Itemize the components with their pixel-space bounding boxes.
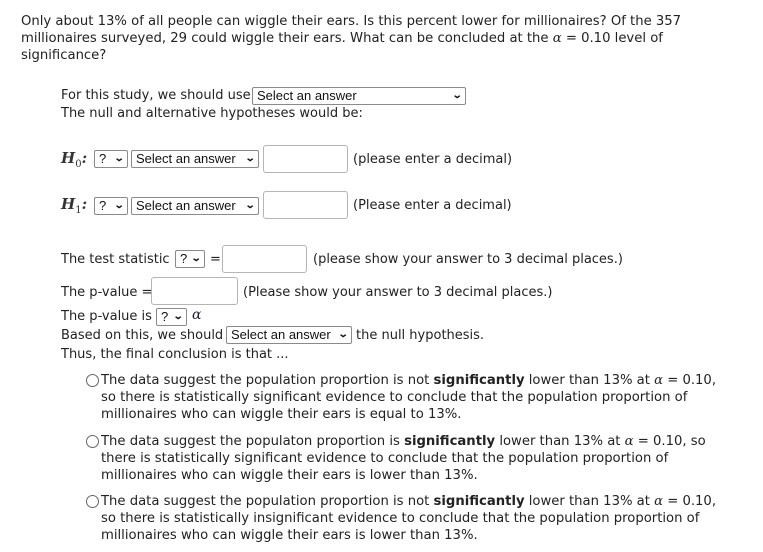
h1-colon: :	[81, 195, 88, 213]
conclusion-label: Thus, the final conclusion is that ...	[61, 347, 289, 362]
conclusion-option-2-radio[interactable]	[86, 435, 99, 448]
h1-operator-value: ?	[99, 198, 107, 213]
conclusion-option-3[interactable]: The data suggest the population proporti…	[101, 493, 731, 544]
option-text: lower than 13% at	[524, 494, 655, 509]
option-text: The data suggest the population proporti…	[101, 373, 434, 388]
question-text: Only about 13% of all people can wiggle …	[21, 13, 721, 64]
option-bold-text: significantly	[404, 434, 496, 449]
h1-symbol: H	[61, 195, 76, 213]
option-bold-text: significantly	[433, 373, 525, 388]
h0-operator-select[interactable]: ? ⌄	[94, 150, 128, 168]
decision-label: Based on this, we should	[61, 328, 224, 343]
conclusion-option-3-radio[interactable]	[86, 495, 99, 508]
option-bold-text: significantly	[433, 494, 525, 509]
alpha-symbol: α	[654, 494, 664, 509]
p-value-compare-select[interactable]: ? ⌄	[156, 308, 187, 326]
chevron-down-icon: ⌄	[113, 153, 125, 164]
h0-value-input[interactable]	[263, 145, 348, 173]
study-type-select-value: Select an answer	[257, 88, 357, 103]
h0-symbol: H	[61, 149, 76, 167]
chevron-down-icon: ⌄	[190, 253, 202, 264]
h1-value-input[interactable]	[263, 191, 348, 219]
h1-parameter-select[interactable]: Select an answer ⌄	[131, 197, 259, 215]
test-statistic-hint: (please show your answer to 3 decimal pl…	[313, 252, 623, 267]
h1-label: H1:	[61, 195, 87, 216]
chevron-down-icon: ⌄	[337, 329, 349, 340]
question-line-2b: = 0.10 level of	[565, 31, 663, 46]
study-label: For this study, we should use	[61, 88, 251, 103]
option-text: lower than 13% at	[495, 434, 625, 449]
chevron-down-icon: ⌄	[244, 200, 256, 211]
conclusion-option-1[interactable]: The data suggest the population proporti…	[101, 372, 731, 423]
h0-colon: :	[81, 149, 88, 167]
conclusion-option-1-radio[interactable]	[86, 374, 99, 387]
h1-parameter-value: Select an answer	[136, 198, 236, 213]
h1-hint: (Please enter a decimal)	[353, 198, 512, 213]
question-line-3: significance?	[21, 48, 107, 63]
equals-sign: =	[210, 252, 221, 267]
alpha-symbol: α	[624, 434, 634, 449]
decision-select-value: Select an answer	[231, 327, 331, 342]
option-text: The data suggest the population proporti…	[101, 494, 434, 509]
chevron-down-icon: ⌄	[113, 200, 125, 211]
h0-parameter-select[interactable]: Select an answer ⌄	[131, 150, 259, 168]
chevron-down-icon: ⌄	[244, 153, 256, 164]
study-type-select[interactable]: Select an answer ⌄	[252, 87, 466, 105]
alpha-symbol: α	[654, 373, 664, 388]
test-statistic-input[interactable]	[222, 245, 307, 273]
alpha-symbol: α	[552, 31, 562, 46]
h0-hint: (please enter a decimal)	[353, 152, 513, 167]
h1-operator-select[interactable]: ? ⌄	[94, 197, 128, 215]
p-value-hint: (Please show your answer to 3 decimal pl…	[243, 285, 553, 300]
chevron-down-icon: ⌄	[451, 90, 463, 101]
option-text: The data suggest the populaton proportio…	[101, 434, 405, 449]
test-statistic-type-select[interactable]: ? ⌄	[175, 250, 205, 268]
option-text: lower than 13% at	[524, 373, 655, 388]
hypotheses-label: The null and alternative hypotheses woul…	[61, 106, 363, 121]
p-value-label: The p-value =	[61, 285, 153, 300]
decision-select[interactable]: Select an answer ⌄	[226, 326, 352, 344]
test-statistic-type-value: ?	[180, 251, 188, 266]
chevron-down-icon: ⌄	[172, 311, 184, 322]
alpha-symbol: α	[192, 307, 202, 323]
question-line-1: Only about 13% of all people can wiggle …	[21, 14, 682, 29]
test-statistic-label: The test statistic	[61, 252, 170, 267]
h0-parameter-value: Select an answer	[136, 151, 236, 166]
p-value-compare-label: The p-value is	[61, 309, 152, 324]
h0-operator-value: ?	[99, 151, 107, 166]
conclusion-option-2[interactable]: The data suggest the populaton proportio…	[101, 433, 731, 484]
decision-suffix: the null hypothesis.	[356, 328, 485, 343]
question-line-2a: millionaires surveyed, 29 could wiggle t…	[21, 31, 549, 46]
p-value-input[interactable]	[151, 277, 238, 305]
h0-label: H0:	[61, 149, 87, 170]
p-value-compare-value: ?	[161, 309, 169, 324]
